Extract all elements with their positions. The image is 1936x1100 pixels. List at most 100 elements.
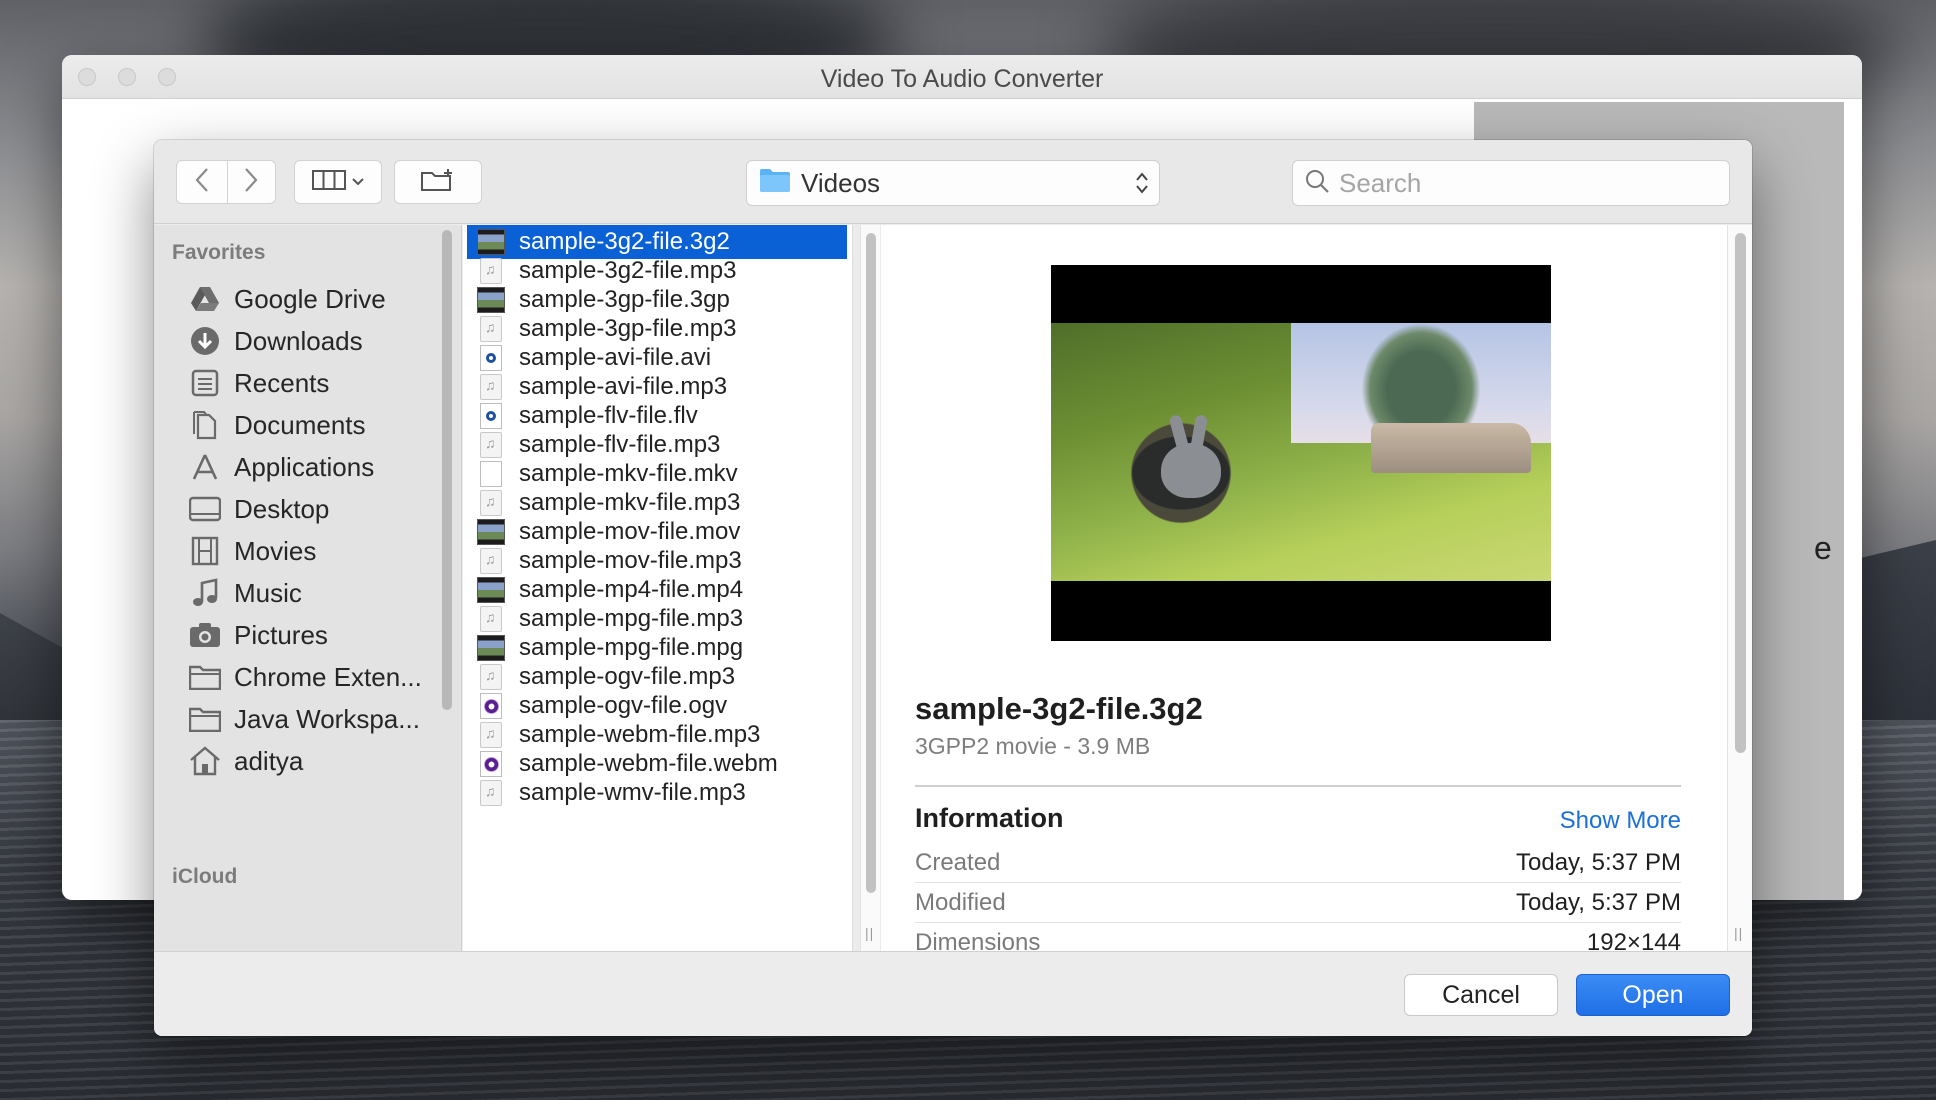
- video-file-icon: [477, 287, 505, 313]
- thumbnail-scene: [1051, 323, 1551, 581]
- document-file-icon: [480, 461, 502, 487]
- applications-icon: [188, 451, 222, 483]
- file-name: sample-mov-file.mp3: [519, 547, 742, 574]
- information-header: Information: [915, 803, 1064, 833]
- video-file-icon: [477, 229, 505, 255]
- file-name: sample-avi-file.avi: [519, 344, 712, 371]
- scroll-thumb[interactable]: [866, 233, 876, 893]
- search-input[interactable]: [1339, 167, 1699, 199]
- preview-file-kind: 3GPP2 movie - 3.9 MB: [915, 733, 1151, 759]
- file-name: sample-3gp-file.mp3: [519, 315, 737, 342]
- info-row-created: Created Today, 5:37 PM: [915, 843, 1681, 883]
- file-name: sample-mov-file.mov: [519, 518, 741, 545]
- sidebar-item-label: Music: [234, 577, 302, 608]
- video-file-icon: [480, 403, 502, 429]
- video-file-icon: [480, 693, 502, 719]
- scroll-thumb[interactable]: [1735, 233, 1746, 753]
- home-icon: [188, 745, 222, 777]
- sidebar-item-label: Chrome Exten...: [234, 661, 422, 692]
- sidebar-item-pictures[interactable]: Pictures: [188, 615, 328, 655]
- preview-pane: sample-3g2-file.3g2 3GPP2 movie - 3.9 MB…: [881, 225, 1727, 951]
- sidebar-item-chrome-extensions[interactable]: Chrome Exten...: [188, 657, 422, 697]
- info-key: Modified: [915, 888, 1006, 916]
- sidebar-item-java-workspace[interactable]: Java Workspa...: [188, 699, 420, 739]
- sidebar-item-label: Java Workspa...: [234, 703, 420, 734]
- file-name: sample-3g2-file.3g2: [519, 228, 730, 255]
- chevron-left-icon: [195, 167, 209, 198]
- file-name: sample-mkv-file.mkv: [519, 460, 738, 487]
- audio-file-icon: [480, 374, 502, 400]
- video-file-icon: [480, 345, 502, 371]
- file-name: sample-flv-file.mp3: [519, 431, 721, 458]
- file-list: sample-3g2-file.3g2sample-3g2-file.mp3 sa…: [463, 225, 853, 951]
- folder-icon: [188, 661, 222, 693]
- sidebar-item-label: Google Drive: [234, 283, 386, 314]
- show-more-link[interactable]: Show More: [1560, 807, 1681, 835]
- file-name: sample-webm-file.webm: [519, 750, 778, 777]
- audio-file-icon: [480, 490, 502, 516]
- column-resize-grip[interactable]: ||: [865, 925, 874, 941]
- info-row-modified: Modified Today, 5:37 PM: [915, 883, 1681, 923]
- sidebar-item-label: Applications: [234, 451, 375, 482]
- sidebar-item-applications[interactable]: Applications: [188, 447, 374, 487]
- audio-file-icon: [480, 258, 502, 284]
- info-value: Today, 5:37 PM: [1516, 888, 1681, 916]
- info-key: Dimensions: [915, 928, 1041, 952]
- folder-icon: [759, 167, 791, 200]
- sidebar-scrollbar[interactable]: [442, 230, 452, 710]
- audio-file-icon: [480, 316, 502, 342]
- search-field[interactable]: [1292, 160, 1730, 206]
- sidebar-item-recents[interactable]: Recents: [188, 363, 329, 403]
- file-row[interactable]: sample-wmv-file.mp3: [467, 776, 847, 810]
- sidebar-item-desktop[interactable]: Desktop: [188, 489, 329, 529]
- audio-file-icon: [480, 548, 502, 574]
- google-drive-icon: [188, 283, 222, 315]
- file-name: sample-wmv-file.mp3: [519, 779, 746, 806]
- info-row-dimensions: Dimensions 192×144: [915, 923, 1681, 952]
- app-title: Video To Audio Converter: [820, 65, 1104, 93]
- file-list-scrollbar[interactable]: ||: [860, 225, 880, 951]
- video-file-icon: [480, 751, 502, 777]
- desktop-icon: [188, 493, 222, 525]
- sidebar-item-music[interactable]: Music: [188, 573, 302, 613]
- audio-file-icon: [480, 780, 502, 806]
- preview-file-name: sample-3g2-file.3g2: [915, 691, 1203, 726]
- file-name: sample-3g2-file.mp3: [519, 257, 737, 284]
- location-popup[interactable]: Videos: [746, 160, 1160, 206]
- audio-file-icon: [480, 722, 502, 748]
- file-name: sample-avi-file.mp3: [519, 373, 728, 400]
- open-file-dialog: Videos Favorites Google Drive Downloads: [154, 140, 1752, 1036]
- column-view-icon: [312, 169, 346, 195]
- sidebar-item-documents[interactable]: Documents: [188, 405, 366, 445]
- audio-file-icon: [480, 664, 502, 690]
- view-mode-button[interactable]: [294, 160, 382, 204]
- sidebar-item-movies[interactable]: Movies: [188, 531, 316, 571]
- sidebar-item-label: Recents: [234, 367, 330, 398]
- file-name: sample-mkv-file.mp3: [519, 489, 741, 516]
- info-value: 192×144: [1586, 928, 1681, 952]
- forward-button[interactable]: [226, 167, 275, 198]
- cancel-button[interactable]: Cancel: [1404, 974, 1558, 1016]
- sidebar-item-downloads[interactable]: Downloads: [188, 321, 363, 361]
- file-name: sample-mp4-file.mp4: [519, 576, 744, 603]
- chevron-down-icon: [352, 173, 364, 191]
- open-button[interactable]: Open: [1576, 974, 1730, 1016]
- updown-chevron-icon: [1135, 171, 1149, 202]
- file-name: sample-webm-file.mp3: [519, 721, 761, 748]
- location-label: Videos: [801, 167, 881, 198]
- chevron-right-icon: [244, 167, 258, 198]
- search-icon: [1305, 169, 1329, 198]
- music-icon: [188, 577, 222, 609]
- sidebar-item-home[interactable]: aditya: [188, 741, 303, 781]
- sidebar-item-google-drive[interactable]: Google Drive: [188, 279, 386, 319]
- app-titlebar: Video To Audio Converter: [62, 55, 1862, 99]
- sidebar-item-label: Downloads: [234, 325, 363, 356]
- dialog-toolbar: Videos: [154, 140, 1752, 224]
- video-file-icon: [477, 635, 505, 661]
- column-resize-grip[interactable]: ||: [1734, 925, 1743, 941]
- file-name: sample-ogv-file.ogv: [519, 692, 728, 719]
- preview-scrollbar[interactable]: ||: [1727, 225, 1752, 951]
- nav-buttons: [176, 160, 276, 204]
- back-button[interactable]: [177, 167, 226, 198]
- new-folder-button[interactable]: [394, 160, 482, 204]
